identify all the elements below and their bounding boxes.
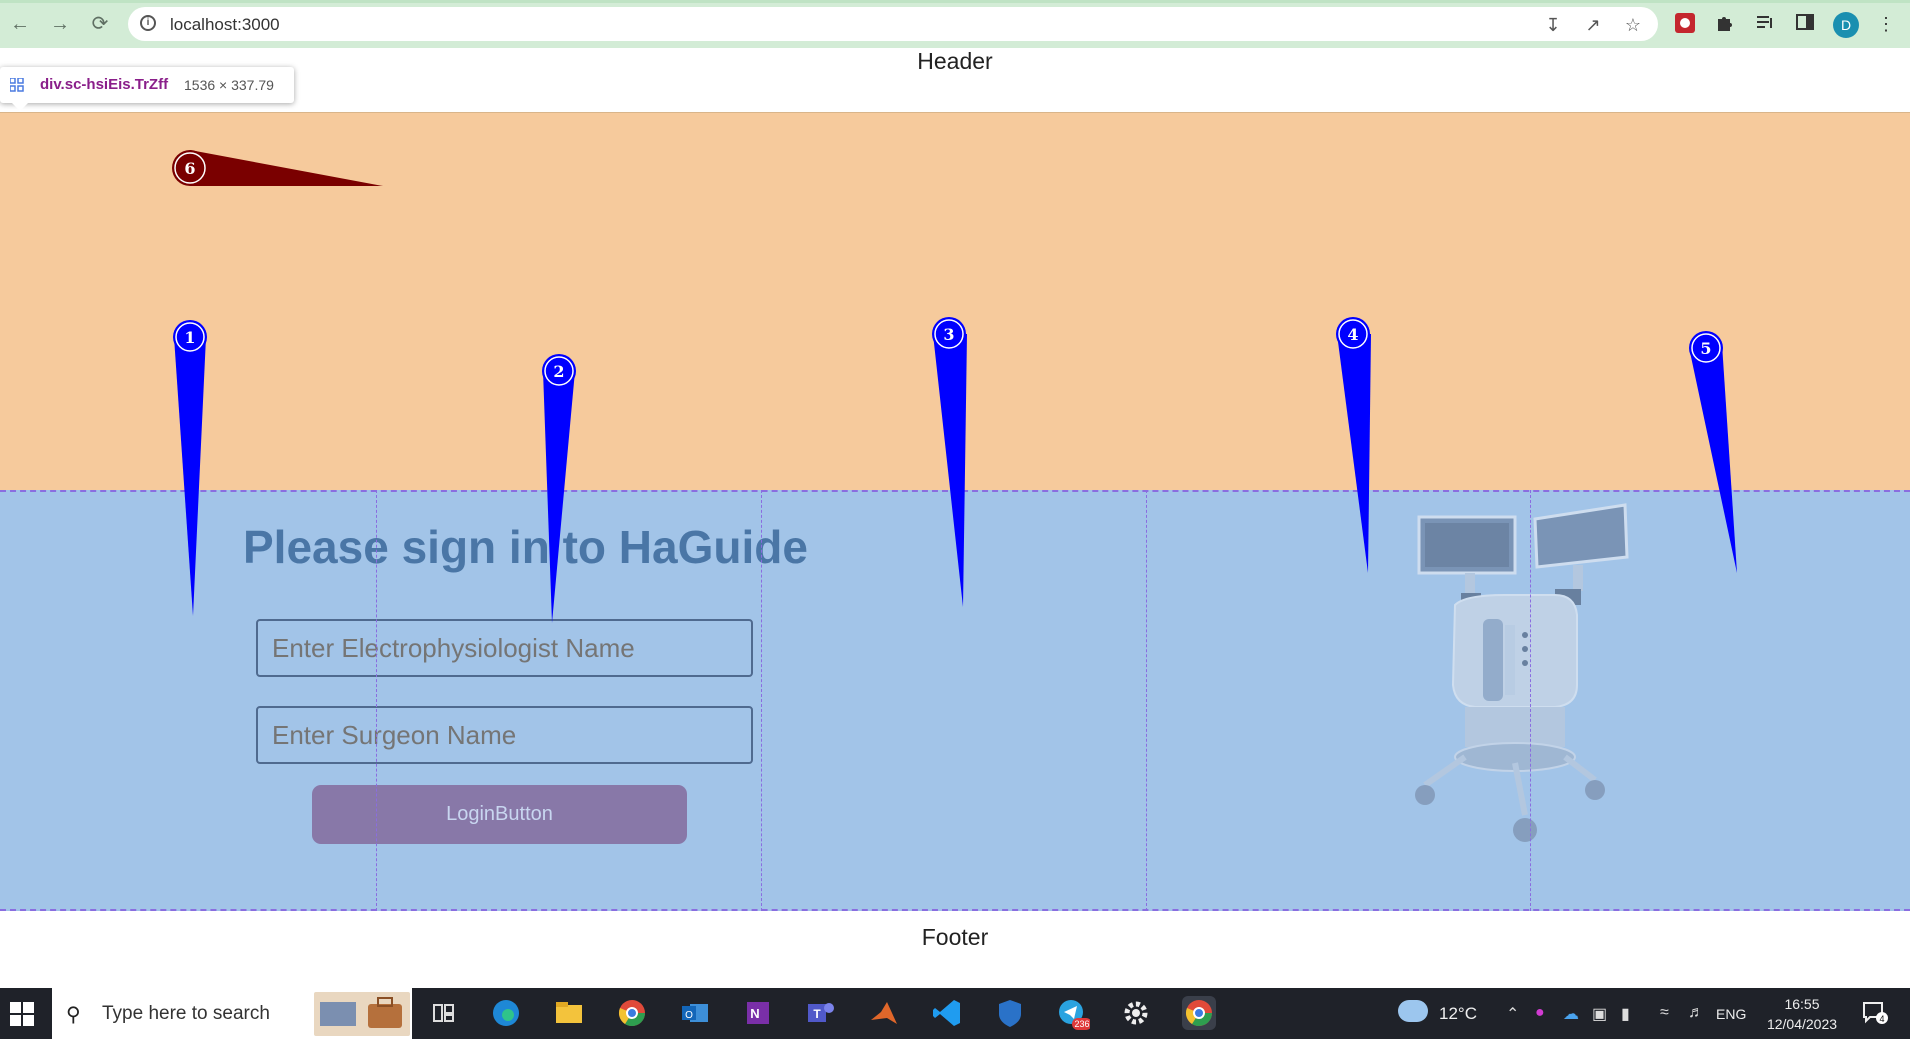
svg-text:T: T: [813, 1007, 821, 1021]
display-icon[interactable]: ▣: [1592, 1004, 1607, 1024]
grid-layout-icon: [10, 78, 24, 92]
page-footer: Footer: [0, 911, 1910, 988]
outlook-icon[interactable]: O: [678, 996, 712, 1030]
chrome-icon[interactable]: [615, 996, 649, 1030]
sign-in-area: Please sign in to HaGuide LoginButton: [0, 490, 1910, 911]
weather-temperature[interactable]: 12°C: [1439, 1004, 1477, 1024]
matlab-icon[interactable]: [867, 996, 901, 1030]
grid-column-line: [1530, 490, 1531, 911]
settings-icon[interactable]: [1119, 996, 1153, 1030]
footer-text: Footer: [921, 924, 989, 950]
extensions-puzzle-icon[interactable]: [1713, 12, 1737, 36]
battery-icon[interactable]: ▮: [1621, 1004, 1630, 1024]
tray-chevron-icon[interactable]: ⌃: [1506, 1004, 1519, 1024]
tooltip-selector: div.sc-hsiEis.TrZff: [40, 76, 169, 93]
search-highlight-image: [314, 992, 410, 1036]
browser-toolbar: ← → ⟳ i localhost:3000 ↧ ↗ ☆ D ⋮: [0, 0, 1910, 48]
search-icon: ⚲: [66, 1004, 81, 1026]
surgeon-name-input[interactable]: [256, 706, 753, 764]
install-app-icon[interactable]: ↧: [1542, 14, 1564, 36]
menu-kebab-icon[interactable]: ⋮: [1874, 12, 1898, 36]
notification-count: 4: [1879, 1014, 1884, 1024]
site-info-icon[interactable]: i: [140, 15, 156, 31]
share-icon[interactable]: ↗: [1582, 14, 1604, 36]
task-view-icon[interactable]: [426, 996, 460, 1030]
defender-icon[interactable]: [993, 996, 1027, 1030]
tooltip-pointer: [12, 103, 28, 111]
grid-border-top: [0, 490, 1910, 492]
svg-text:N: N: [750, 1006, 759, 1021]
reload-icon[interactable]: ⟳: [88, 12, 112, 36]
telegram-icon[interactable]: 236: [1056, 996, 1092, 1030]
tab-strip-edge: [0, 0, 1910, 3]
chrome-active-icon[interactable]: [1182, 996, 1216, 1030]
file-explorer-icon[interactable]: [552, 996, 586, 1030]
onenote-icon[interactable]: N: [741, 996, 775, 1030]
notification-center-icon[interactable]: 4: [1862, 1001, 1888, 1025]
weather-cloud-icon[interactable]: [1398, 1000, 1428, 1022]
wifi-icon[interactable]: ≈: [1660, 1004, 1669, 1022]
svg-text:O: O: [685, 1010, 693, 1021]
clock-date: 12/04/2023: [1766, 1016, 1838, 1032]
profile-avatar[interactable]: D: [1833, 12, 1859, 38]
electrophysiologist-name-input[interactable]: [256, 619, 753, 677]
windows-taskbar: ⚲ Type here to search O N T 236 12°C ⌃ ●…: [0, 988, 1910, 1039]
grid-column-line: [1146, 490, 1147, 911]
tooltip-dimensions: 1536 × 337.79: [184, 77, 274, 93]
back-arrow-icon[interactable]: ←: [8, 12, 32, 36]
extension-red-icon[interactable]: [1673, 12, 1697, 36]
bookmark-star-icon[interactable]: ☆: [1622, 14, 1644, 36]
devtools-inspect-tooltip: div.sc-hsiEis.TrZff 1536 × 337.79: [0, 67, 294, 111]
side-panel-icon[interactable]: [1793, 12, 1817, 36]
grid-column-line: [761, 490, 762, 911]
forward-arrow-icon[interactable]: →: [48, 12, 72, 36]
tray-app-icon[interactable]: ●: [1535, 1004, 1545, 1022]
grid-column-line: [376, 490, 377, 911]
mapping-system-cart-image: [1415, 503, 1629, 842]
map-area: [0, 112, 1910, 491]
address-bar[interactable]: i localhost:3000 ↧ ↗ ☆: [128, 7, 1658, 41]
taskbar-clock[interactable]: 16:55 12/04/2023: [1762, 994, 1842, 1034]
clock-time: 16:55: [1784, 996, 1820, 1012]
taskbar-search-box[interactable]: ⚲ Type here to search: [52, 988, 412, 1039]
search-placeholder: Type here to search: [102, 1003, 270, 1024]
edge-icon[interactable]: [489, 996, 523, 1030]
telegram-badge: 236: [1074, 1019, 1089, 1029]
volume-icon[interactable]: ♬: [1688, 1004, 1704, 1022]
teams-icon[interactable]: T: [804, 996, 838, 1030]
windows-start-icon[interactable]: [10, 1002, 34, 1026]
sign-in-title: Please sign in to HaGuide: [243, 521, 808, 573]
login-button[interactable]: LoginButton: [312, 785, 687, 844]
address-url[interactable]: localhost:3000: [170, 15, 280, 35]
media-queue-icon[interactable]: [1753, 12, 1777, 36]
input-language[interactable]: ENG: [1716, 1006, 1746, 1022]
vscode-icon[interactable]: [930, 996, 964, 1030]
onedrive-cloud-icon[interactable]: ☁: [1563, 1004, 1579, 1024]
